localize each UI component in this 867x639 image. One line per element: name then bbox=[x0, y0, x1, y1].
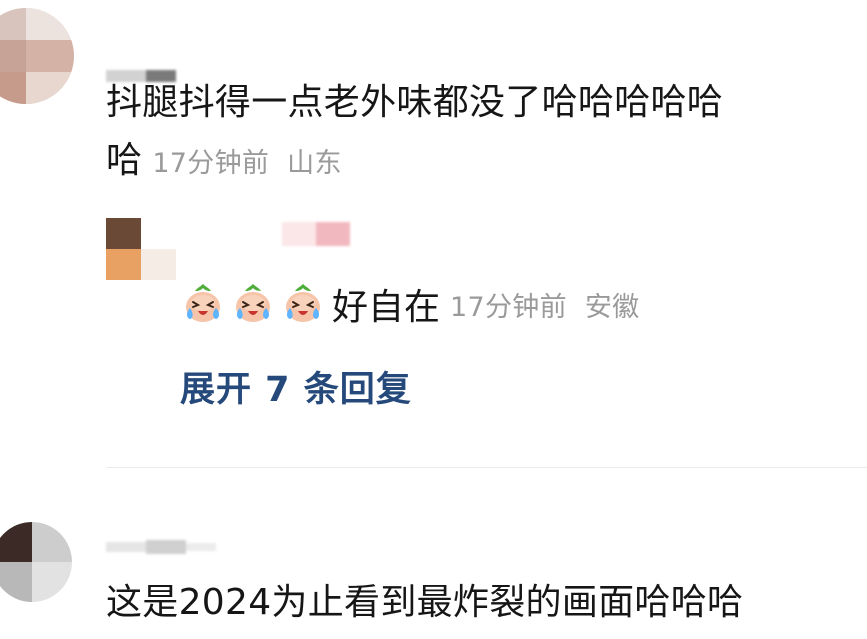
username[interactable] bbox=[106, 540, 216, 554]
avatar[interactable] bbox=[0, 8, 74, 104]
divider bbox=[106, 467, 867, 468]
comment-meta: 17分钟前 山东 bbox=[152, 148, 341, 179]
comment-text-continued: 哈 17分钟前 山东 bbox=[106, 130, 342, 195]
reply-avatar[interactable] bbox=[106, 218, 176, 280]
reply-text: 好自在 bbox=[332, 287, 441, 328]
comment-location: 山东 bbox=[287, 148, 342, 179]
avatar[interactable] bbox=[0, 522, 72, 602]
comment-text: 这是2024为止看到最炸裂的画面哈哈哈 bbox=[106, 582, 744, 623]
expand-replies-link[interactable]: 展开 7 条回复 bbox=[180, 360, 412, 420]
comment-time: 17分钟前 bbox=[152, 148, 270, 179]
reply-meta: 17分钟前 安徽 bbox=[450, 285, 639, 324]
crying-laughing-radish-icon bbox=[186, 284, 220, 322]
crying-laughing-radish-icon bbox=[236, 284, 270, 322]
reply-location: 安徽 bbox=[584, 291, 640, 323]
comment-text: 抖腿抖得一点老外味都没了哈哈哈哈哈 bbox=[106, 82, 724, 123]
reply-username[interactable] bbox=[282, 222, 350, 246]
reply-content: 好自在 17分钟前 安徽 bbox=[180, 272, 639, 336]
comment-text-line2: 哈 bbox=[106, 140, 143, 181]
comment-section: 抖腿抖得一点老外味都没了哈哈哈哈哈 哈 17分钟前 山东 好自在 17分钟前 安… bbox=[0, 0, 867, 639]
crying-laughing-radish-icon bbox=[286, 284, 320, 322]
reply-time: 17分钟前 bbox=[450, 291, 567, 323]
